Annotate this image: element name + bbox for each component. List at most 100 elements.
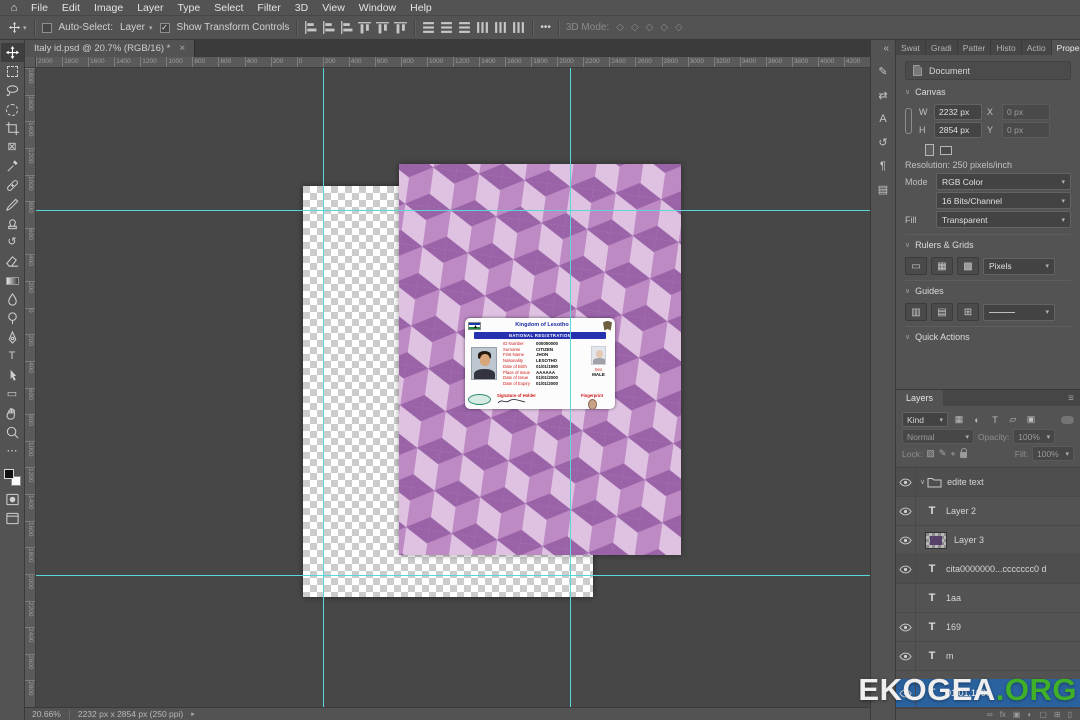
ruler-vertical[interactable]: 1800 1600 1400 1200 1000 800 600 400 200 0 200 400 6… — [25, 68, 36, 707]
object-selection-tool[interactable] — [1, 100, 24, 119]
guides-section-header[interactable]: ∨ Guides — [905, 280, 1071, 300]
ruler-grid-toggle-icon[interactable]: ▭ — [905, 257, 927, 275]
align-center-h-icon[interactable] — [322, 21, 335, 34]
menu-item[interactable]: View — [315, 0, 352, 16]
3d-scale-icon[interactable]: ◇ — [675, 22, 683, 33]
lock-all-icon[interactable] — [959, 448, 967, 458]
eraser-tool[interactable] — [1, 252, 24, 271]
3d-roll-icon[interactable]: ◇ — [631, 22, 639, 33]
ruler-horizontal[interactable]: 2000 1800 1600 1400 1200 1000 800 600 400 200 0 200… — [36, 57, 870, 68]
ruler-corner[interactable] — [25, 57, 36, 68]
canvas-fill-dropdown[interactable]: Transparent ▾ — [936, 211, 1071, 228]
tab-actions[interactable]: Actio — [1022, 40, 1052, 55]
grid-unit-dropdown[interactable]: Pixels ▾ — [983, 257, 1055, 275]
foreground-color-swatch[interactable] — [3, 469, 14, 479]
fill-input[interactable]: 100% ▾ — [1032, 446, 1074, 461]
layer-row[interactable]: Layer 3 — [896, 526, 1080, 555]
collapsed-panel-icon[interactable]: ¶ — [880, 160, 886, 172]
show-transform-checkbox[interactable]: ✓ — [159, 22, 170, 33]
tab-patterns[interactable]: Patter — [958, 40, 992, 55]
3d-orbit-icon[interactable]: ◇ — [616, 22, 624, 33]
crop-tool[interactable] — [1, 119, 24, 138]
tab-history[interactable]: Histo — [991, 40, 1022, 55]
filter-shape-icon[interactable]: ▱ — [1006, 413, 1020, 427]
link-layers-icon[interactable]: ∞ — [987, 710, 993, 719]
ruler-grid-toggle-icon[interactable]: ▦ — [931, 257, 953, 275]
history-brush-tool[interactable]: ↺ — [1, 233, 24, 252]
layer-row[interactable]: T 1aa — [896, 584, 1080, 613]
filter-adjustment-icon[interactable]: ◐ — [970, 413, 984, 427]
filter-type-icon[interactable]: T — [988, 413, 1002, 427]
collapsed-panel-icon[interactable]: ↺ — [878, 136, 887, 149]
tab-gradients[interactable]: Gradi — [926, 40, 958, 55]
distribute-bottom-icon[interactable] — [458, 21, 471, 34]
x-input[interactable]: 0 px — [1002, 104, 1050, 120]
auto-select-checkbox[interactable] — [41, 22, 52, 33]
y-input[interactable]: 0 px — [1002, 122, 1050, 138]
zoom-level[interactable]: 20.66% — [32, 709, 61, 719]
color-swatches[interactable] — [3, 469, 21, 486]
eyedropper-tool[interactable] — [1, 157, 24, 176]
new-group-icon[interactable]: ▢ — [1039, 710, 1047, 719]
portrait-orientation-button[interactable] — [925, 144, 934, 156]
delete-layer-icon[interactable]: ▯ — [1068, 710, 1072, 719]
align-bottom-icon[interactable] — [394, 21, 407, 34]
add-mask-icon[interactable]: ▣ — [1013, 710, 1021, 719]
guide-style-dropdown[interactable]: ▾ — [983, 303, 1055, 321]
align-left-icon[interactable] — [304, 21, 317, 34]
path-selection-tool[interactable] — [1, 366, 24, 385]
menu-item[interactable]: Layer — [130, 0, 170, 16]
layer-visibility-toggle[interactable] — [896, 584, 916, 612]
canvas-section-header[interactable]: ∨ Canvas — [905, 82, 1071, 102]
align-middle-icon[interactable] — [376, 21, 389, 34]
auto-select-target-dropdown[interactable]: Layer ▾ — [120, 22, 153, 33]
canvas-viewport[interactable]: Kingdom of Lesotho NATIONAL REGISTRATION — [36, 68, 870, 707]
expand-panels-icon[interactable]: « — [883, 43, 889, 54]
group-caret-icon[interactable]: ∨ — [920, 478, 925, 486]
collapsed-panel-icon[interactable]: A — [879, 113, 886, 125]
layer-row[interactable]: T m — [896, 642, 1080, 671]
color-mode-dropdown[interactable]: RGB Color ▾ — [936, 173, 1071, 190]
quick-actions-section-header[interactable]: ∨ Quick Actions — [905, 326, 1071, 346]
menu-item[interactable]: Filter — [250, 0, 287, 16]
close-icon[interactable]: × — [179, 43, 185, 54]
layer-name[interactable]: Layer 2 — [946, 506, 976, 516]
guide-toggle-icon[interactable]: ⊞ — [957, 303, 979, 321]
layer-name[interactable]: cita0000000...ccccccc0 d — [946, 564, 1047, 574]
3d-slide-icon[interactable]: ◇ — [660, 22, 668, 33]
layer-visibility-toggle[interactable] — [896, 468, 916, 496]
clone-stamp-tool[interactable] — [1, 214, 24, 233]
width-input[interactable]: 2232 px — [934, 104, 982, 120]
blur-tool[interactable] — [1, 290, 24, 309]
wh-link[interactable] — [905, 102, 914, 140]
current-tool-preset[interactable]: ▾ — [8, 21, 27, 34]
menu-item[interactable]: Help — [403, 0, 439, 16]
menu-item[interactable]: Select — [207, 0, 250, 16]
home-icon[interactable]: ⌂ — [4, 2, 24, 14]
more-options-icon[interactable]: ••• — [540, 22, 551, 33]
brush-tool[interactable] — [1, 195, 24, 214]
align-right-icon[interactable] — [340, 21, 353, 34]
tab-properties[interactable]: Properties — [1051, 40, 1080, 55]
type-tool[interactable]: T — [1, 347, 24, 366]
lock-position-icon[interactable]: + — [950, 449, 955, 459]
edit-toolbar-button[interactable]: ⋯ — [1, 442, 24, 461]
document-tab[interactable]: Italy id.psd @ 20.7% (RGB/16) * × — [25, 40, 196, 57]
layer-visibility-toggle[interactable] — [896, 555, 916, 583]
hand-tool[interactable] — [1, 404, 24, 423]
rulers-grids-section-header[interactable]: ∨ Rulers & Grids — [905, 234, 1071, 254]
quick-mask-button[interactable] — [1, 490, 24, 509]
filter-toggle-switch[interactable] — [1061, 415, 1074, 424]
layer-name[interactable]: edite text — [947, 477, 984, 487]
lock-pixels-icon[interactable]: ✎ — [939, 448, 947, 459]
layer-name[interactable]: 169 — [946, 622, 961, 632]
height-input[interactable]: 2854 px — [934, 122, 982, 138]
filter-pixel-icon[interactable]: ▦ — [952, 413, 966, 427]
tab-swatches[interactable]: Swat — [896, 40, 926, 55]
collapsed-panel-icon[interactable]: ✎ — [878, 65, 887, 78]
healing-brush-tool[interactable] — [1, 176, 24, 195]
guide-toggle-icon[interactable]: ▤ — [931, 303, 953, 321]
menu-item[interactable]: Type — [170, 0, 207, 16]
3d-pan-icon[interactable]: ◇ — [646, 22, 654, 33]
layer-visibility-toggle[interactable] — [896, 679, 916, 707]
